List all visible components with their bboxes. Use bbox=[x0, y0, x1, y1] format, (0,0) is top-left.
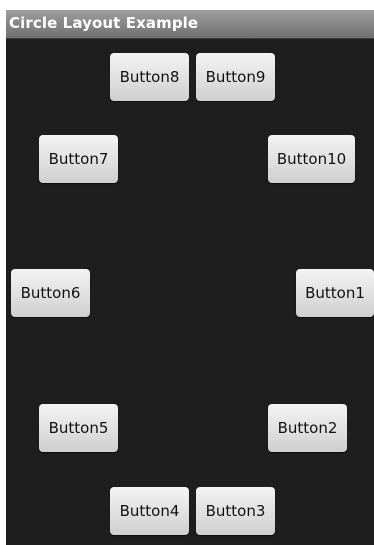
button-6[interactable]: Button6 bbox=[11, 269, 90, 317]
button-9[interactable]: Button9 bbox=[196, 53, 275, 101]
button-3[interactable]: Button3 bbox=[196, 487, 275, 535]
circle-layout: Button8 Button9 Button7 Button10 Button6… bbox=[6, 39, 374, 545]
button-2[interactable]: Button2 bbox=[268, 404, 347, 452]
app-title: Circle Layout Example bbox=[9, 14, 199, 32]
title-bar: Circle Layout Example bbox=[6, 10, 374, 39]
button-4[interactable]: Button4 bbox=[110, 487, 189, 535]
button-7[interactable]: Button7 bbox=[39, 135, 118, 183]
button-10[interactable]: Button10 bbox=[268, 135, 355, 183]
app-window: Circle Layout Example Button8 Button9 Bu… bbox=[6, 10, 374, 545]
button-5[interactable]: Button5 bbox=[39, 404, 118, 452]
button-8[interactable]: Button8 bbox=[110, 53, 189, 101]
button-1[interactable]: Button1 bbox=[296, 269, 374, 317]
